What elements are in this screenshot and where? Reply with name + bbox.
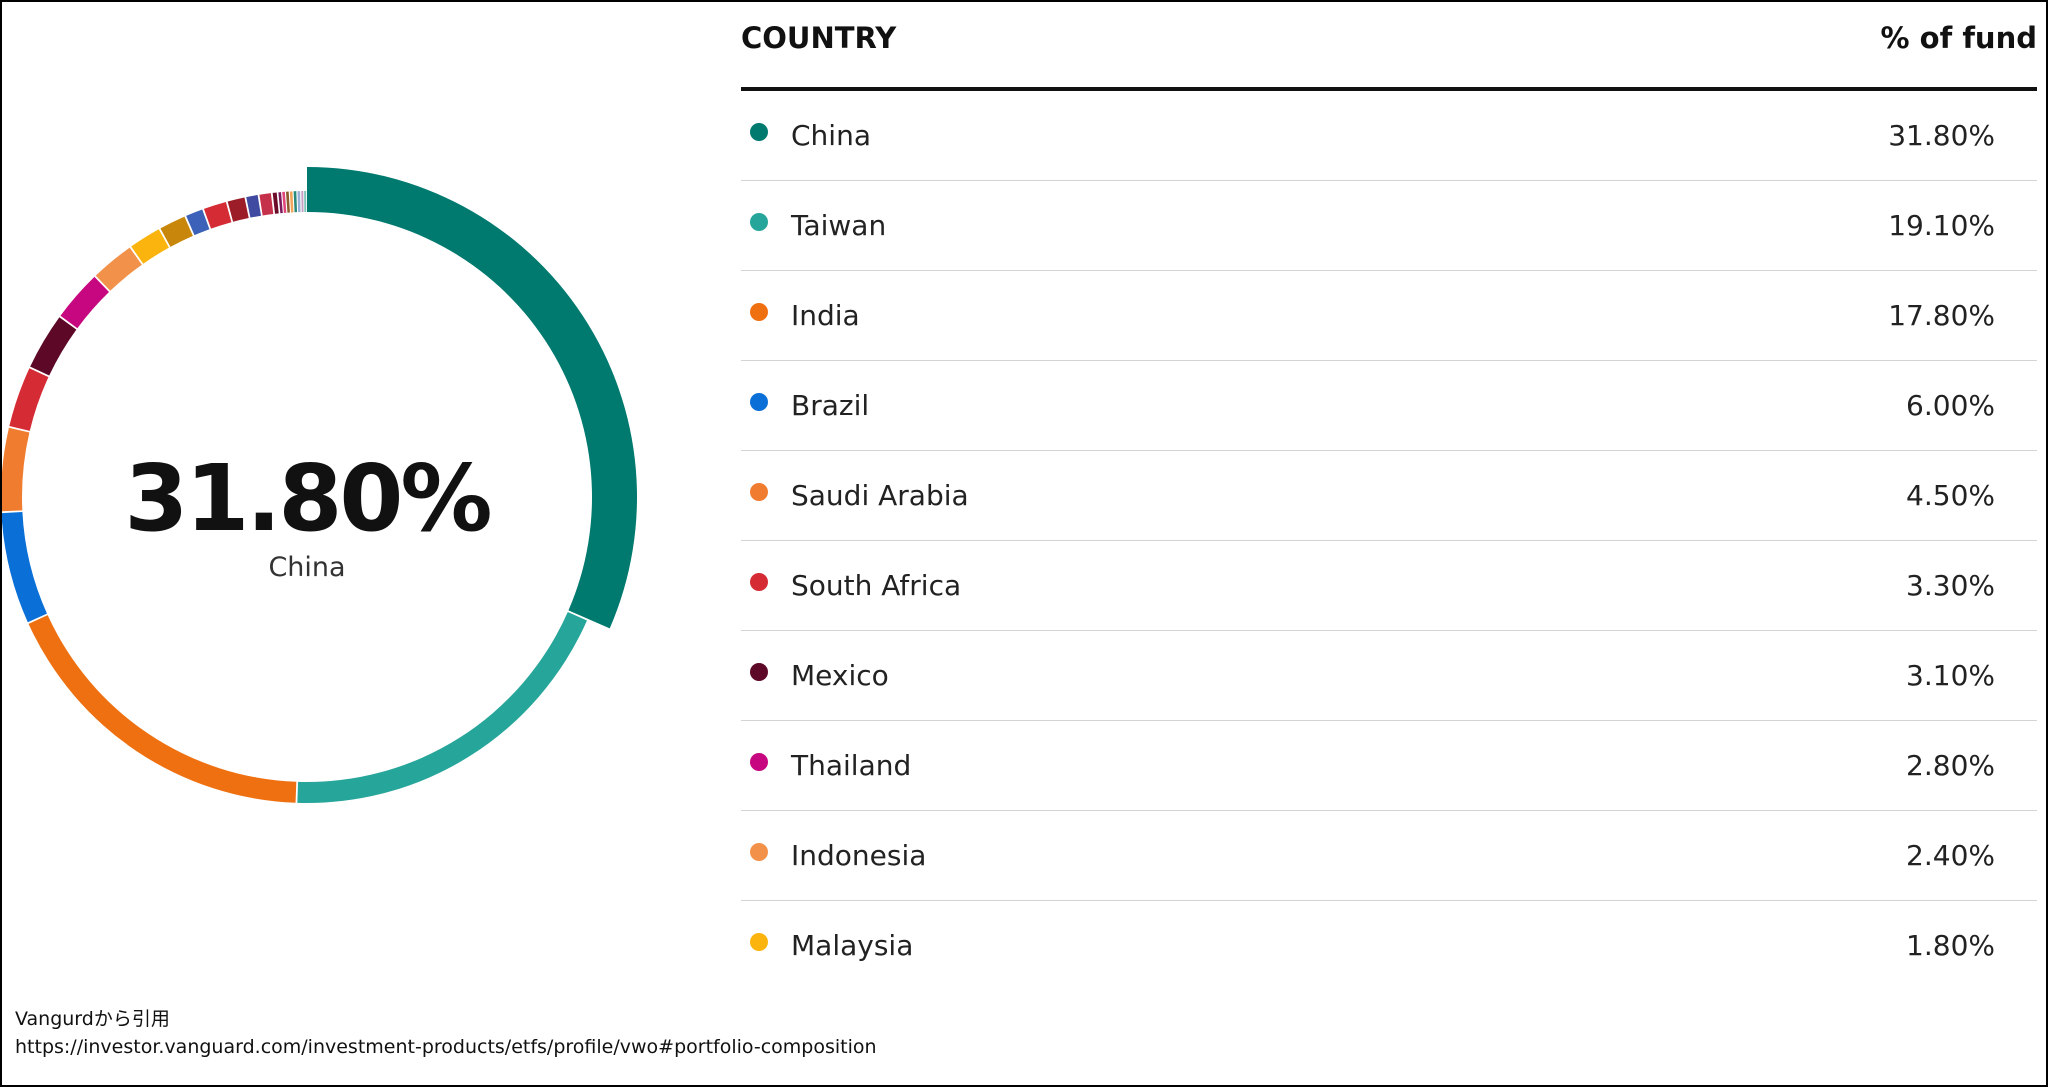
country-name: Thailand bbox=[791, 749, 912, 782]
table-row: Thailand 2.80% bbox=[741, 721, 2037, 811]
legend-dot bbox=[750, 752, 768, 771]
country-name: Indonesia bbox=[791, 839, 927, 872]
country-name: Brazil bbox=[791, 389, 870, 422]
donut-segment-other bbox=[272, 192, 279, 214]
country-percent: 4.50% bbox=[1906, 479, 1995, 512]
legend-dot bbox=[750, 932, 768, 951]
donut-segment-other bbox=[278, 192, 283, 214]
legend-dot bbox=[750, 122, 768, 141]
donut-segment-other bbox=[297, 191, 301, 213]
table-row: China 31.80% bbox=[741, 91, 2037, 181]
country-percent: 3.30% bbox=[1906, 569, 1995, 602]
donut-segment-other bbox=[259, 193, 274, 216]
donut-segment-other bbox=[301, 191, 304, 213]
legend-dot bbox=[750, 572, 768, 591]
legend-dot bbox=[750, 662, 768, 681]
donut-segment-taiwan bbox=[297, 611, 587, 803]
donut-segment-other bbox=[282, 191, 287, 213]
table-row: Saudi Arabia 4.50% bbox=[741, 451, 2037, 541]
country-percent: 17.80% bbox=[1888, 299, 1995, 332]
donut-segment-other bbox=[285, 191, 290, 213]
source-url: https://investor.vanguard.com/investment… bbox=[15, 1036, 877, 1058]
donut-segment-indonesia bbox=[95, 247, 142, 291]
table-row: India 17.80% bbox=[741, 271, 2037, 361]
legend-dot bbox=[750, 392, 768, 411]
donut-segment-other bbox=[304, 191, 307, 213]
country-percent: 2.40% bbox=[1906, 839, 1995, 872]
table-row: Malaysia 1.80% bbox=[741, 901, 2037, 990]
header-percent: % of fund bbox=[1880, 20, 2037, 55]
table-row: Taiwan 19.10% bbox=[741, 181, 2037, 271]
country-name: Taiwan bbox=[791, 209, 887, 242]
donut-segment-south-africa bbox=[9, 368, 49, 431]
donut-chart: 31.80% China bbox=[2, 167, 637, 803]
donut-segment-other bbox=[203, 201, 232, 229]
table-row: Mexico 3.10% bbox=[741, 631, 2037, 721]
country-percent: 6.00% bbox=[1906, 389, 1995, 422]
donut-segment-mexico bbox=[30, 317, 77, 376]
country-table: COUNTRY % of fund China 31.80% Taiwan 19.10… bbox=[741, 2, 2037, 990]
country-name: China bbox=[791, 119, 871, 152]
country-name: South Africa bbox=[791, 569, 962, 602]
source-footer: Vangurdから引用 https://investor.vanguard.co… bbox=[15, 1005, 877, 1061]
donut-segment-china bbox=[307, 167, 637, 629]
legend-dot bbox=[750, 302, 768, 321]
donut-segment-other bbox=[246, 195, 261, 218]
donut-segment-other bbox=[289, 191, 294, 213]
table-row: South Africa 3.30% bbox=[741, 541, 2037, 631]
donut-segment-thailand bbox=[60, 276, 110, 329]
chart-frame: 31.80% China COUNTRY % of fund China 31.8… bbox=[0, 0, 2048, 1087]
table-row: Brazil 6.00% bbox=[741, 361, 2037, 451]
center-label: China bbox=[268, 552, 345, 583]
source-note: Vangurdから引用 bbox=[15, 1008, 170, 1030]
country-percent: 19.10% bbox=[1888, 209, 1995, 242]
legend-dot bbox=[750, 482, 768, 501]
country-percent: 3.10% bbox=[1906, 659, 1995, 692]
country-name: Saudi Arabia bbox=[791, 479, 969, 512]
country-percent: 31.80% bbox=[1888, 119, 1995, 152]
country-name: Mexico bbox=[791, 659, 889, 692]
legend-dot bbox=[750, 212, 768, 231]
donut-segment-other bbox=[227, 197, 249, 222]
center-value: 31.80% bbox=[124, 445, 490, 552]
table-header: COUNTRY % of fund bbox=[741, 2, 2037, 91]
country-percent: 1.80% bbox=[1906, 929, 1995, 962]
header-country: COUNTRY bbox=[741, 20, 897, 55]
country-name: India bbox=[791, 299, 860, 332]
country-name: Malaysia bbox=[791, 929, 914, 962]
table-row: Indonesia 2.40% bbox=[741, 811, 2037, 901]
donut-segment-india bbox=[28, 615, 297, 803]
donut-segment-brazil bbox=[2, 512, 47, 623]
donut-segment-other bbox=[293, 191, 298, 213]
donut-segment-saudi-arabia bbox=[2, 427, 30, 512]
legend-dot bbox=[750, 842, 768, 861]
country-percent: 2.80% bbox=[1906, 749, 1995, 782]
